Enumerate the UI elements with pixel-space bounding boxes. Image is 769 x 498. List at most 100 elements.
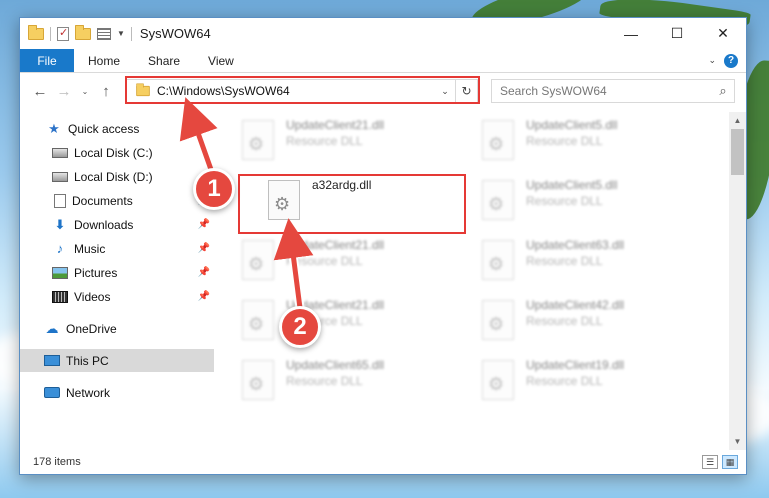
videos-icon [52, 290, 68, 303]
sidebar-item-this-pc[interactable]: This PC [20, 349, 214, 372]
gear-icon: ⚙ [488, 134, 505, 154]
step-badge-2: 2 [279, 306, 321, 348]
file-type: Resource DLL [526, 254, 603, 268]
tab-view[interactable]: View [194, 49, 248, 72]
list-item[interactable]: ⚙ UpdateClient21.dll Resource DLL [242, 234, 472, 286]
list-item[interactable]: ⚙ UpdateClient42.dll Resource DLL [482, 294, 712, 346]
toolbar-divider [50, 26, 51, 41]
disk-icon [52, 147, 68, 158]
toolbar-divider [130, 26, 132, 41]
scrollbar-thumb[interactable] [731, 129, 744, 175]
this-pc-icon [44, 355, 60, 366]
gear-icon: ⚙ [274, 194, 291, 214]
folder-icon [136, 83, 150, 97]
file-name: UpdateClient65.dll [286, 358, 385, 372]
sidebar-item-label: Local Disk (D:) [74, 169, 153, 184]
gear-icon: ⚙ [488, 314, 505, 334]
file-type: Resource DLL [526, 134, 603, 148]
properties-icon[interactable] [57, 26, 69, 41]
tab-home[interactable]: Home [74, 49, 134, 72]
expand-ribbon-chevron-icon[interactable]: ⌄ [708, 55, 716, 66]
list-item[interactable]: ⚙ UpdateClient21.dll Resource DLL [242, 294, 472, 346]
dll-file-icon: ⚙ [482, 240, 514, 280]
status-bar: 178 items ☰ ▦ [20, 450, 746, 474]
step-badge-1: 1 [193, 168, 235, 210]
file-name: UpdateClient5.dll [526, 118, 618, 132]
sidebar-item-onedrive[interactable]: ☁ OneDrive [20, 317, 214, 340]
music-icon: ♪ [56, 241, 64, 256]
maximize-button[interactable]: ☐ [654, 18, 700, 49]
file-name: UpdateClient21.dll [286, 118, 385, 132]
file-name: a32ardg.dll [312, 178, 372, 192]
list-item[interactable]: ⚙ UpdateClient65.dll Resource DLL [242, 354, 472, 406]
list-item[interactable]: ⚙ UpdateClient63.dll Resource DLL [482, 234, 712, 286]
pin-icon[interactable]: 📌 [198, 243, 210, 254]
gear-icon: ⚙ [248, 254, 265, 274]
list-item[interactable]: ⚙ UpdateClient5.dll Resource DLL [482, 114, 712, 166]
back-button[interactable]: ← [28, 79, 52, 103]
close-button[interactable]: ✕ [700, 18, 746, 49]
sidebar-item-label: Pictures [74, 265, 118, 280]
dll-file-icon: ⚙ [482, 300, 514, 340]
item-count: 178 items [33, 456, 81, 468]
dll-file-icon: ⚙ [242, 360, 274, 400]
sidebar-item-label: Quick access [68, 121, 140, 136]
dll-file-icon: ⚙ [482, 180, 514, 220]
ribbon-tabs: File Home Share View ⌄ ? [20, 49, 746, 73]
forward-button[interactable]: → [52, 79, 76, 103]
help-icon[interactable]: ? [724, 53, 738, 68]
address-bar[interactable]: C:\Windows\SysWOW64 ⌄ ↻ [126, 79, 478, 103]
pin-icon[interactable]: 📌 [198, 219, 210, 230]
pin-icon[interactable]: 📌 [198, 291, 210, 302]
tiles-view-icon[interactable]: ▦ [722, 455, 738, 469]
ribbon-right-controls: ⌄ ? [708, 49, 746, 72]
file-type: Resource DLL [526, 314, 603, 328]
list-item-a32ardg[interactable]: ⚙ a32ardg.dll [268, 174, 498, 226]
folder-icon [28, 24, 44, 40]
tab-file[interactable]: File [20, 49, 74, 72]
file-name: UpdateClient21.dll [286, 238, 385, 252]
customize-toolbar-chevron-icon[interactable]: ▼ [117, 29, 125, 38]
navigation-bar: ← → ⌄ ↑ C:\Windows\SysWOW64 ⌄ ↻ Search S… [20, 74, 746, 108]
up-button[interactable]: ↑ [94, 79, 118, 103]
search-box[interactable]: Search SysWOW64 ⌕ [491, 79, 735, 103]
list-item[interactable]: ⚙ UpdateClient5.dll Resource DLL [482, 174, 712, 226]
minimize-button[interactable]: — [608, 18, 654, 49]
details-view-icon[interactable]: ☰ [702, 455, 718, 469]
search-icon[interactable]: ⌕ [712, 83, 734, 99]
view-icon[interactable] [97, 27, 111, 40]
gear-icon: ⚙ [248, 134, 265, 154]
scroll-down-icon[interactable]: ▼ [729, 433, 746, 450]
address-path[interactable]: C:\Windows\SysWOW64 [157, 84, 290, 98]
refresh-button[interactable]: ↻ [455, 80, 477, 102]
sidebar-item-music[interactable]: ♪ Music 📌 [20, 237, 214, 260]
sidebar-item-videos[interactable]: Videos 📌 [20, 285, 214, 308]
list-item[interactable]: ⚙ UpdateClient19.dll Resource DLL [482, 354, 712, 406]
search-input[interactable]: Search SysWOW64 [500, 84, 712, 98]
scroll-up-icon[interactable]: ▲ [729, 112, 746, 129]
sidebar-item-label: Videos [74, 289, 111, 304]
recent-locations-chevron-icon[interactable]: ⌄ [76, 79, 94, 103]
list-item[interactable]: ⚙ UpdateClient21.dll Resource DLL [242, 114, 472, 166]
sidebar-item-downloads[interactable]: ⬇ Downloads 📌 [20, 213, 214, 236]
file-list: ⚙ UpdateClient21.dll Resource DLL ⚙ a32ar… [220, 112, 730, 450]
sidebar-item-network[interactable]: Network [20, 381, 214, 404]
sidebar-item-documents[interactable]: Documents 📌 [20, 189, 214, 212]
dll-file-icon: ⚙ [482, 120, 514, 160]
file-name: UpdateClient5.dll [526, 178, 618, 192]
new-folder-icon[interactable] [75, 24, 91, 40]
window-title: SysWOW64 [139, 26, 211, 41]
sidebar-item-local-disk-c[interactable]: Local Disk (C:) [20, 141, 214, 164]
sidebar-item-quick-access[interactable]: ★ Quick access [20, 117, 214, 140]
address-dropdown-chevron-icon[interactable]: ⌄ [435, 86, 455, 97]
pin-icon[interactable]: 📌 [198, 267, 210, 278]
sidebar-item-label: OneDrive [66, 321, 117, 336]
sidebar-item-label: Downloads [74, 217, 134, 232]
tab-share[interactable]: Share [134, 49, 194, 72]
file-type: Resource DLL [286, 254, 363, 268]
sidebar-item-local-disk-d[interactable]: Local Disk (D:) [20, 165, 214, 188]
gear-icon: ⚙ [248, 374, 265, 394]
sidebar-item-label: This PC [66, 353, 109, 368]
sidebar-item-pictures[interactable]: Pictures 📌 [20, 261, 214, 284]
vertical-scrollbar[interactable]: ▲ ▼ [729, 112, 746, 450]
